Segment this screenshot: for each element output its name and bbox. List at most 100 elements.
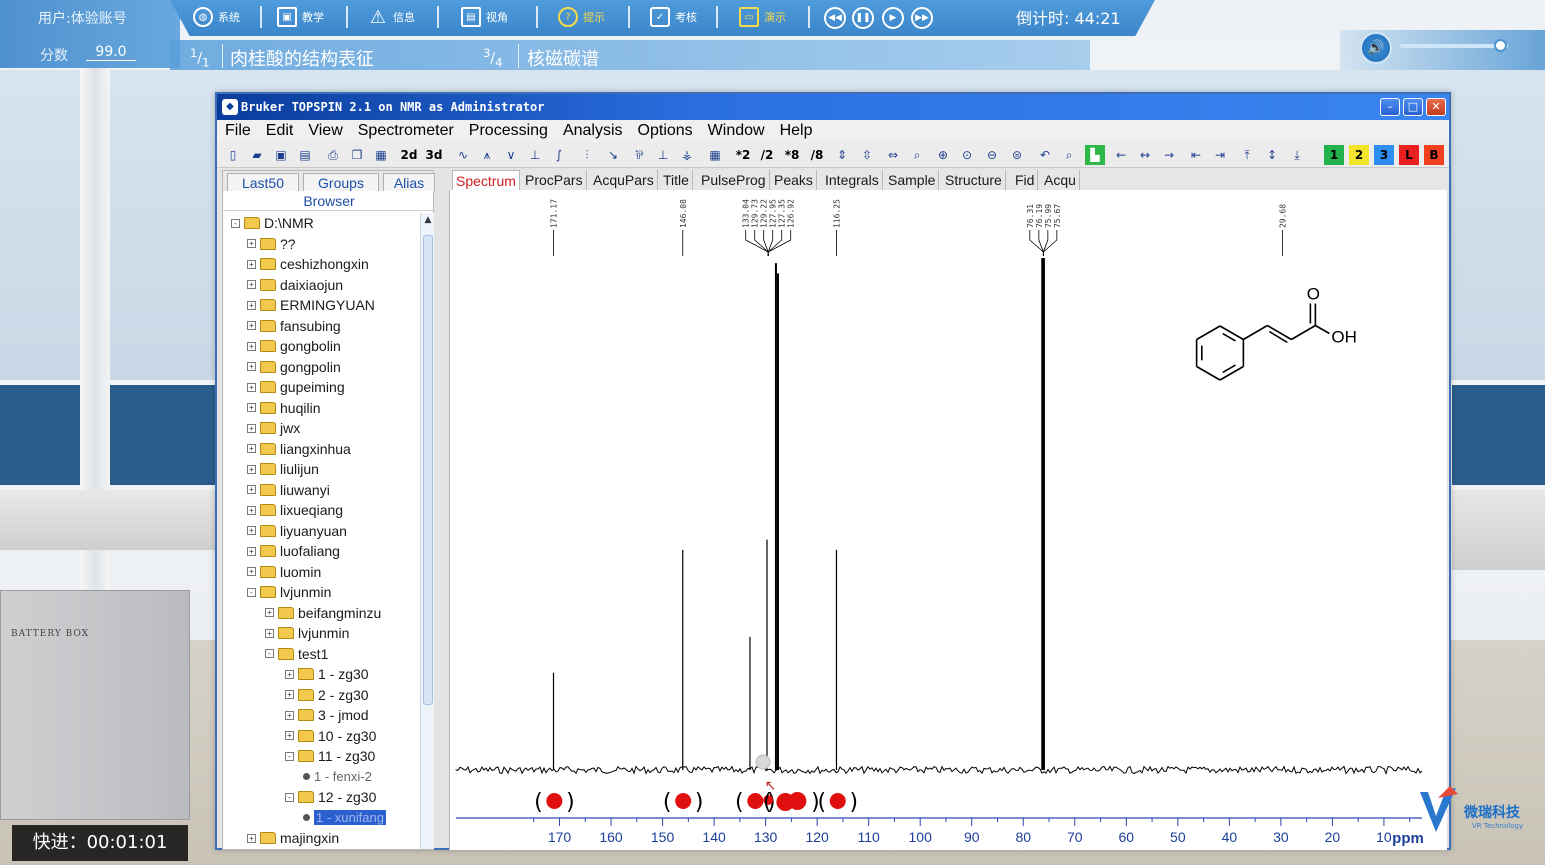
expand-icon[interactable]: +: [247, 280, 256, 289]
color-button-b[interactable]: B: [1424, 145, 1444, 165]
signal-noise-icon[interactable]: ⅌: [629, 145, 649, 165]
volume-slider-track[interactable]: [1400, 44, 1508, 48]
scale-up-8-button[interactable]: *8: [782, 145, 802, 165]
pause-icon[interactable]: ❚❚: [852, 7, 874, 29]
vertical-drag-icon[interactable]: ⇕: [832, 145, 852, 165]
copy-icon[interactable]: ❐: [347, 145, 367, 165]
full-range-icon[interactable]: ⇔: [883, 145, 903, 165]
zoom-in-icon[interactable]: ⊕: [933, 145, 953, 165]
tree-folder[interactable]: + lixueqiang: [247, 500, 343, 520]
tab-groups[interactable]: Groups: [303, 173, 379, 191]
collapse-icon[interactable]: -: [231, 218, 240, 228]
go-start-icon[interactable]: ⇤: [1186, 145, 1206, 165]
play-icon[interactable]: ▶: [882, 7, 904, 29]
expand-icon[interactable]: +: [247, 526, 256, 535]
expand-icon[interactable]: +: [247, 567, 256, 576]
save-icon[interactable]: ▣: [271, 145, 291, 165]
tab-procpars[interactable]: ProcPars: [522, 170, 587, 190]
tree-folder[interactable]: + lvjunmin: [265, 623, 349, 643]
tree-folder[interactable]: - D:\NMR: [231, 213, 314, 233]
expand-icon[interactable]: +: [247, 423, 256, 433]
expand-icon[interactable]: +: [247, 464, 256, 474]
tree-folder[interactable]: +??: [247, 234, 296, 254]
tree-folder[interactable]: + liuwanyi: [247, 480, 330, 500]
expand-icon[interactable]: +: [247, 300, 256, 310]
exam-button[interactable]: ✓ 考核: [650, 6, 697, 28]
view-3d-button[interactable]: 3d: [424, 145, 444, 165]
print-icon[interactable]: ⎙: [323, 145, 343, 165]
color-button-1[interactable]: 1: [1324, 145, 1344, 165]
tree-leaf[interactable]: 1 - fenxi-2: [303, 767, 372, 787]
expand-icon[interactable]: +: [247, 485, 256, 494]
search-icon[interactable]: ⌕: [1059, 145, 1079, 165]
info-button[interactable]: ⚠ 信息: [368, 6, 415, 28]
expand-icon[interactable]: +: [247, 239, 256, 248]
tab-spectrum[interactable]: Spectrum: [452, 170, 520, 190]
arrow-top-icon[interactable]: ⤒: [1237, 145, 1257, 165]
menu-analysis[interactable]: Analysis: [555, 120, 630, 142]
tab-pulseprog[interactable]: PulseProg: [698, 170, 770, 190]
arrow-left-right-icon[interactable]: ↔: [1135, 145, 1155, 165]
tree-folder[interactable]: - lvjunmin: [247, 582, 331, 602]
tree-folder[interactable]: + fansubing: [247, 316, 341, 336]
tree-folder[interactable]: + liulijun: [247, 459, 319, 479]
tree-folder[interactable]: + majingxin: [247, 828, 339, 848]
expand-icon[interactable]: +: [247, 259, 256, 269]
tab-alias[interactable]: Alias: [383, 173, 435, 191]
expand-icon[interactable]: +: [265, 608, 274, 617]
tab-peaks[interactable]: Peaks: [771, 170, 817, 190]
expand-icon[interactable]: +: [285, 710, 294, 720]
scale-down-8-button[interactable]: /8: [807, 145, 827, 165]
view-button[interactable]: ▤ 视角: [461, 6, 508, 28]
minimize-icon[interactable]: –: [1380, 98, 1400, 116]
collapse-icon[interactable]: -: [285, 792, 294, 802]
rewind-icon[interactable]: ◀◀: [824, 7, 846, 29]
tree-folder[interactable]: - 12 - zg30: [285, 787, 376, 807]
scale-up-2-button[interactable]: *2: [733, 145, 753, 165]
peak-pick-icon[interactable]: ⩚: [477, 145, 497, 165]
arrow-right-icon[interactable]: →: [1159, 145, 1179, 165]
tree-folder[interactable]: - 11 - zg30: [285, 746, 375, 766]
tree-folder[interactable]: + jwx: [247, 418, 300, 438]
tab-last50[interactable]: Last50: [227, 173, 299, 191]
menu-window[interactable]: Window: [700, 120, 772, 142]
structure-tool-icon[interactable]: ⚶: [677, 145, 697, 165]
calibrate-icon[interactable]: ⊥: [525, 145, 545, 165]
expand-icon[interactable]: +: [247, 444, 256, 453]
multiplet-icon[interactable]: ⫶: [577, 145, 597, 165]
tree-folder[interactable]: + ceshizhongxin: [247, 254, 369, 274]
color-button-2[interactable]: 2: [1349, 145, 1369, 165]
teach-button[interactable]: ▣ 教学: [277, 6, 324, 28]
scale-down-2-button[interactable]: /2: [757, 145, 777, 165]
collapse-icon[interactable]: -: [247, 587, 256, 597]
tree-folder[interactable]: +10 - zg30: [285, 726, 376, 746]
tab-sample[interactable]: Sample: [885, 170, 940, 190]
fast-forward-icon[interactable]: ▶▶: [911, 7, 933, 29]
demo-button[interactable]: ▭ 演示: [739, 6, 786, 28]
menu-help[interactable]: Help: [772, 120, 820, 142]
tree-leaf[interactable]: 1 - xunifang: [303, 808, 386, 828]
scroll-up-icon[interactable]: ▲: [422, 215, 434, 229]
tree-folder[interactable]: + liangxinhua: [247, 439, 351, 459]
spectrum-plot[interactable]: 171.17 146.08 133.04 129.73 129.22 127.95 127.…: [449, 190, 1447, 850]
arrow-up-down-icon[interactable]: ↕: [1262, 145, 1282, 165]
close-icon[interactable]: ✕: [1426, 98, 1446, 116]
tab-integrals[interactable]: Integrals: [822, 170, 883, 190]
tree-folder[interactable]: + gupeiming: [247, 377, 345, 397]
spectrum-display-icon[interactable]: ▙: [1085, 145, 1105, 165]
paste-icon[interactable]: ▦: [371, 145, 391, 165]
tree-folder[interactable]: +1 - zg30: [285, 664, 369, 684]
color-button-l[interactable]: L: [1399, 145, 1419, 165]
tab-fid[interactable]: Fid: [1012, 170, 1039, 190]
tree-folder[interactable]: + daixiaojun: [247, 275, 343, 295]
collapse-icon[interactable]: -: [285, 751, 294, 761]
scroll-thumb[interactable]: [423, 235, 433, 705]
window-titlebar[interactable]: ◆ Bruker TOPSPIN 2.1 on NMR as Administr…: [217, 94, 1449, 120]
expand-icon[interactable]: +: [285, 669, 294, 679]
new-icon[interactable]: ▯: [223, 145, 243, 165]
tree-folder[interactable]: + gongbolin: [247, 336, 341, 356]
tab-structure[interactable]: Structure: [942, 170, 1006, 190]
menu-edit[interactable]: Edit: [258, 120, 301, 142]
expand-icon[interactable]: +: [247, 382, 256, 392]
arrow-left-icon[interactable]: ←: [1111, 145, 1131, 165]
